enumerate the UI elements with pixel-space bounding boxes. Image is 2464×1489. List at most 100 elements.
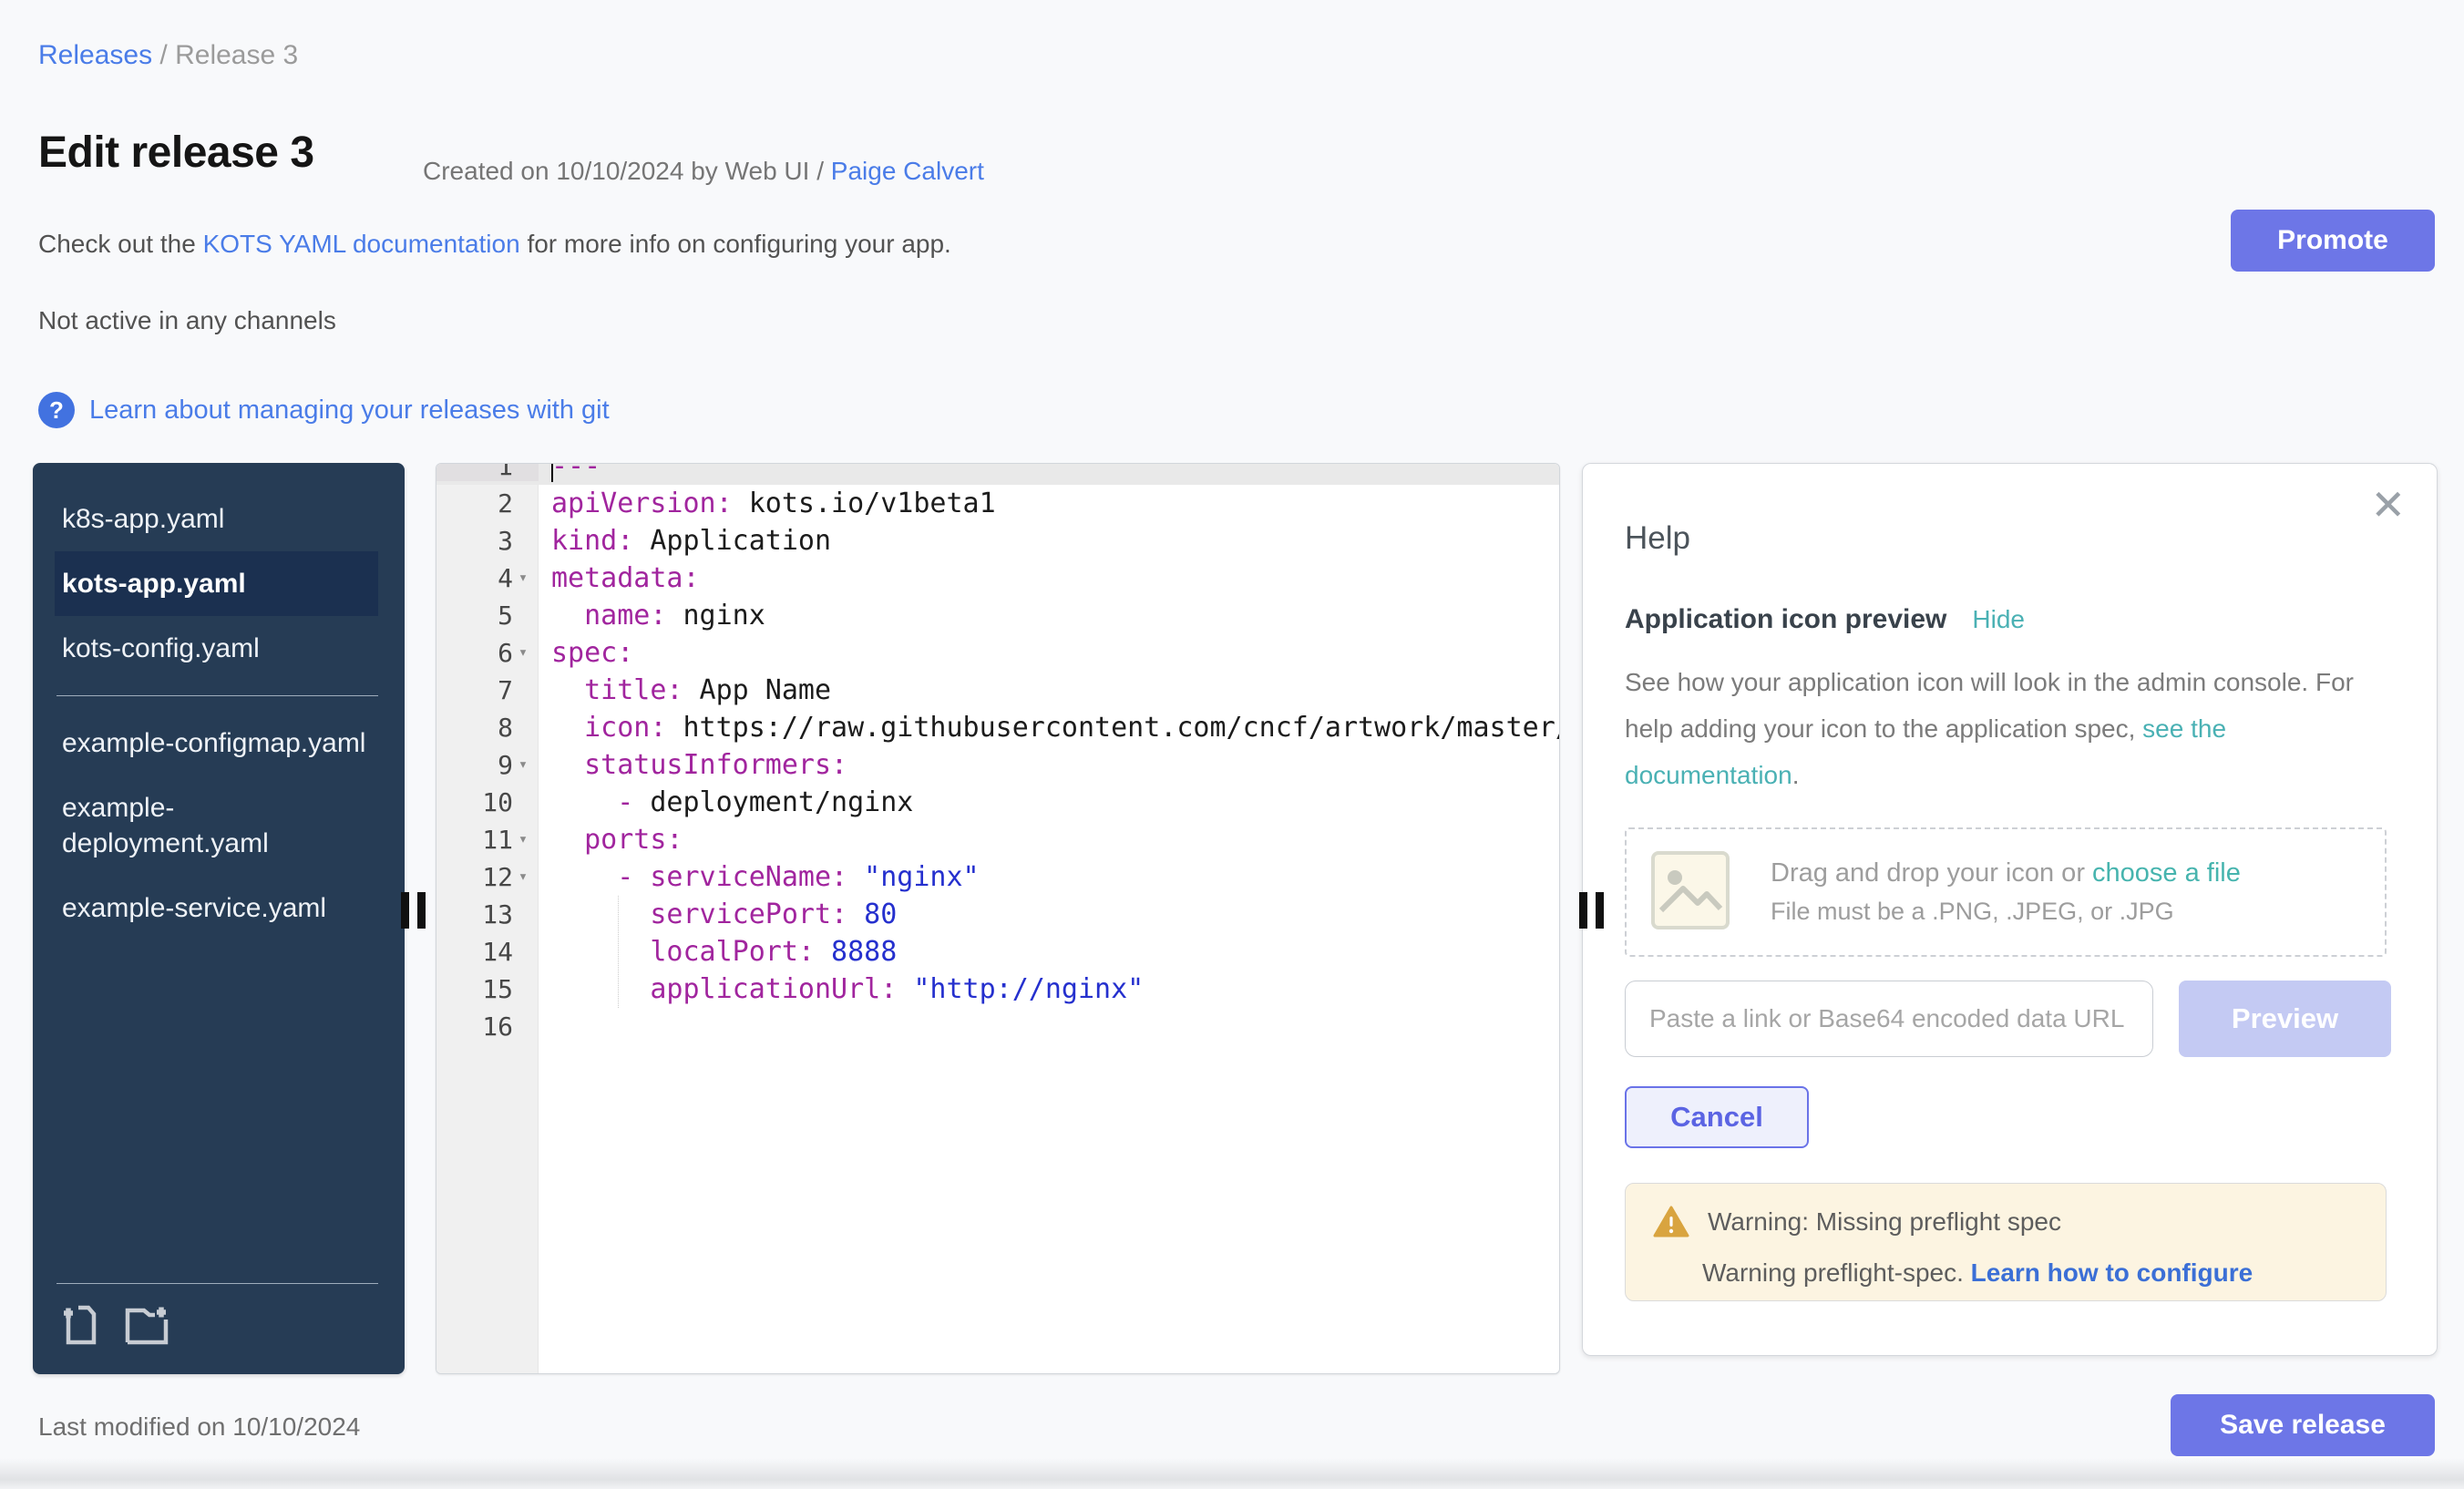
code-text: ports:: [539, 824, 683, 856]
code-text: title: App Name: [539, 674, 831, 706]
kots-yaml-docs-link[interactable]: KOTS YAML documentation: [203, 230, 520, 258]
line-number: 15: [436, 974, 539, 1004]
text-cursor: [551, 464, 553, 482]
code-text: spec:: [539, 637, 633, 669]
choose-a-file-link[interactable]: choose a file: [2092, 858, 2241, 888]
created-text: Created on 10/10/2024 by Web UI /: [423, 157, 831, 185]
code-text: servicePort: 80: [539, 899, 897, 930]
warning-icon: [1653, 1206, 1689, 1238]
breadcrumb-releases-link[interactable]: Releases: [38, 40, 152, 70]
breadcrumb-current: Release 3: [175, 40, 298, 70]
sidebar-resize-handle[interactable]: [401, 892, 426, 929]
release-editor-page: Releases / Release 3 Edit release 3 Crea…: [0, 0, 2464, 1489]
code-line-15[interactable]: 15 applicationUrl: "http://nginx": [436, 970, 1559, 1008]
description-period: .: [1792, 761, 1800, 789]
code-text: metadata:: [539, 562, 700, 594]
icon-dropzone[interactable]: Drag and drop your icon or choose a file…: [1625, 827, 2387, 957]
fold-arrow-icon[interactable]: ▾: [513, 560, 533, 597]
editor-content: 1---2apiVersion: kots.io/v1beta13kind: A…: [436, 463, 1559, 1045]
fold-arrow-icon[interactable]: ▾: [513, 746, 533, 784]
line-number: 1: [436, 463, 539, 481]
git-help-label: Learn about managing your releases with …: [89, 395, 610, 426]
new-file-icon[interactable]: [60, 1304, 102, 1350]
learn-how-to-configure-link[interactable]: Learn how to configure: [1971, 1258, 2254, 1287]
code-text: localPort: 8888: [539, 936, 897, 968]
icon-preview-description: See how your application icon will look …: [1625, 659, 2354, 798]
file-item-kots-config.yaml[interactable]: kots-config.yaml: [55, 616, 378, 681]
line-number: 4▾: [436, 560, 539, 597]
last-modified-text: Last modified on 10/10/2024: [38, 1412, 360, 1442]
code-line-11[interactable]: 11▾ ports:: [436, 821, 1559, 858]
breadcrumb: Releases / Release 3: [38, 40, 298, 71]
help-panel-resize-handle[interactable]: [1579, 892, 1605, 929]
sidebar-bottom: [33, 1268, 405, 1374]
code-text: - serviceName: "nginx": [539, 861, 980, 893]
yaml-editor[interactable]: 1---2apiVersion: kots.io/v1beta13kind: A…: [436, 463, 1560, 1374]
help-panel: ✕ Help Application icon preview Hide See…: [1582, 463, 2438, 1356]
code-text: name: nginx: [539, 600, 765, 632]
fold-arrow-icon[interactable]: ▾: [513, 821, 533, 858]
code-line-13[interactable]: 13 servicePort: 80: [436, 896, 1559, 933]
line-number: 13: [436, 899, 539, 929]
code-line-1[interactable]: 1---: [436, 463, 1559, 485]
code-line-9[interactable]: 9▾ statusInformers:: [436, 746, 1559, 784]
indent-guide: [618, 896, 619, 1008]
line-number: 16: [436, 1011, 539, 1042]
icon-url-input[interactable]: [1625, 981, 2153, 1057]
code-line-3[interactable]: 3kind: Application: [436, 522, 1559, 560]
code-text: applicationUrl: "http://nginx": [539, 973, 1144, 1005]
code-text: statusInformers:: [539, 749, 847, 781]
dropzone-file-types: File must be a .PNG, .JPEG, or .JPG: [1771, 898, 2241, 926]
channel-status-text: Not active in any channels: [38, 306, 336, 335]
code-line-7[interactable]: 7 title: App Name: [436, 672, 1559, 709]
code-line-14[interactable]: 14 localPort: 8888: [436, 933, 1559, 970]
code-line-5[interactable]: 5 name: nginx: [436, 597, 1559, 634]
line-number: 11▾: [436, 821, 539, 858]
docs-line: Check out the KOTS YAML documentation fo…: [38, 230, 951, 259]
promote-button[interactable]: Promote: [2231, 210, 2435, 272]
line-number: 3: [436, 526, 539, 556]
breadcrumb-separator: /: [152, 40, 175, 70]
file-item-k8s-app.yaml[interactable]: k8s-app.yaml: [55, 487, 378, 551]
file-item-example-configmap.yaml[interactable]: example-configmap.yaml: [55, 711, 378, 775]
code-line-2[interactable]: 2apiVersion: kots.io/v1beta1: [436, 485, 1559, 522]
preview-button[interactable]: Preview: [2179, 981, 2391, 1057]
code-line-4[interactable]: 4▾metadata:: [436, 560, 1559, 597]
file-item-kots-app.yaml[interactable]: kots-app.yaml: [55, 551, 378, 616]
description-text: See how your application icon will look …: [1625, 668, 2354, 743]
git-help-link[interactable]: ? Learn about managing your releases wit…: [38, 392, 610, 428]
hide-link[interactable]: Hide: [1972, 605, 2025, 634]
file-group-divider: [56, 695, 378, 696]
code-line-6[interactable]: 6▾spec:: [436, 634, 1559, 672]
code-text: ---: [539, 463, 601, 482]
close-icon[interactable]: ✕: [2370, 484, 2406, 526]
file-item-example-deployment.yaml[interactable]: example-deployment.yaml: [55, 775, 378, 876]
docs-post: for more info on configuring your app.: [520, 230, 951, 258]
fold-arrow-icon[interactable]: ▾: [513, 634, 533, 672]
dropzone-text: Drag and drop your icon or: [1771, 858, 2092, 888]
code-text: kind: Application: [539, 525, 831, 557]
code-line-8[interactable]: 8 icon: https://raw.githubusercontent.co…: [436, 709, 1559, 746]
line-number: 10: [436, 787, 539, 817]
cancel-button[interactable]: Cancel: [1625, 1086, 1809, 1148]
line-number: 14: [436, 937, 539, 967]
new-folder-icon[interactable]: [124, 1304, 171, 1350]
author-link[interactable]: Paige Calvert: [831, 157, 984, 185]
code-text: - deployment/nginx: [539, 786, 913, 818]
footer-shadow: [0, 1458, 2464, 1489]
docs-pre: Check out the: [38, 230, 203, 258]
line-number: 6▾: [436, 634, 539, 672]
line-number: 7: [436, 675, 539, 705]
warning-detail: Warning preflight-spec.: [1702, 1258, 1971, 1287]
file-item-example-service.yaml[interactable]: example-service.yaml: [55, 876, 378, 940]
code-line-10[interactable]: 10 - deployment/nginx: [436, 784, 1559, 821]
file-list: k8s-app.yamlkots-app.yamlkots-config.yam…: [33, 463, 405, 940]
code-line-16[interactable]: 16: [436, 1008, 1559, 1045]
code-text: icon: https://raw.githubusercontent.com/…: [539, 712, 1560, 744]
line-number: 2: [436, 488, 539, 519]
line-number: 9▾: [436, 746, 539, 784]
code-line-12[interactable]: 12▾ - serviceName: "nginx": [436, 858, 1559, 896]
save-release-button[interactable]: Save release: [2171, 1394, 2435, 1456]
line-number: 12▾: [436, 858, 539, 896]
fold-arrow-icon[interactable]: ▾: [513, 858, 533, 896]
